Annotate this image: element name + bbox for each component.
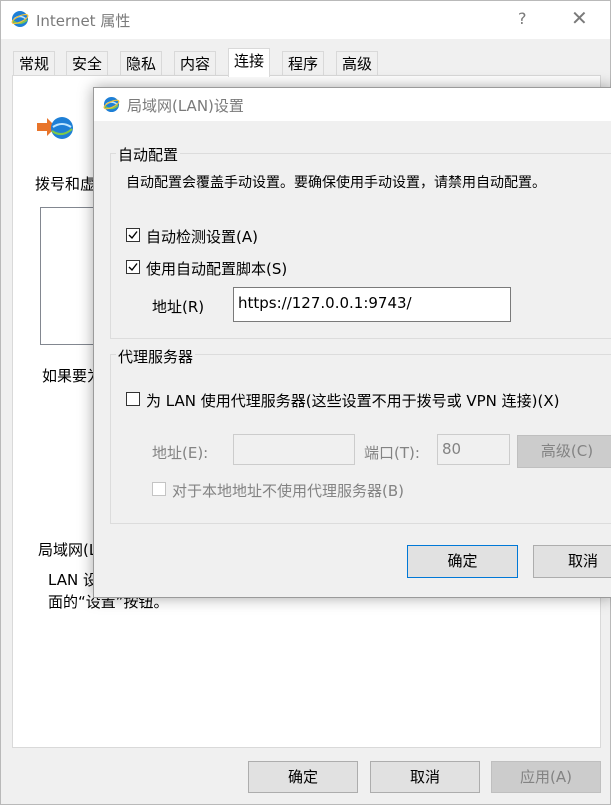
close-icon[interactable]: ✕ xyxy=(571,6,588,30)
outer-titlebar: Internet 属性 ? ✕ xyxy=(1,1,610,39)
window-title: Internet 属性 xyxy=(36,12,131,30)
ie-globe-icon xyxy=(103,96,120,117)
script-address-label: 地址(R) xyxy=(152,298,205,316)
use-script-label[interactable]: 使用自动配置脚本(S) xyxy=(146,258,287,279)
proxy-advanced-button[interactable]: 高级(C) xyxy=(517,435,611,468)
apply-button[interactable]: 应用(A) xyxy=(491,761,601,793)
tab-advanced[interactable]: 高级 xyxy=(336,51,379,75)
tab-general[interactable]: 常规 xyxy=(13,51,56,75)
lan-settings-dialog: 局域网(LAN)设置 自动配置 自动配置会覆盖手动设置。要确保使用手动设置，请禁… xyxy=(93,87,611,598)
script-address-input[interactable]: https://127.0.0.1:9743/ xyxy=(233,287,511,322)
tab-programs[interactable]: 程序 xyxy=(282,51,325,75)
dialog-titlebar: 局域网(LAN)设置 xyxy=(94,88,611,121)
dialog-title: 局域网(LAN)设置 xyxy=(127,97,244,115)
connection-setup-icon[interactable] xyxy=(35,113,75,147)
use-script-checkbox[interactable] xyxy=(126,260,140,274)
use-proxy-label[interactable]: 为 LAN 使用代理服务器(这些设置不用于拨号或 VPN 连接)(X) xyxy=(146,390,559,411)
auto-config-description: 自动配置会覆盖手动设置。要确保使用手动设置，请禁用自动配置。 xyxy=(126,175,546,191)
ie-globe-icon xyxy=(11,10,29,32)
ok-button[interactable]: 确定 xyxy=(248,761,358,793)
proxy-port-input[interactable]: 80 xyxy=(437,434,510,465)
bypass-local-label[interactable]: 对于本地地址不使用代理服务器(B) xyxy=(172,480,404,501)
auto-detect-checkbox[interactable] xyxy=(126,228,140,242)
tab-security[interactable]: 安全 xyxy=(66,51,109,75)
bypass-local-checkbox[interactable] xyxy=(152,482,166,496)
cancel-button[interactable]: 取消 xyxy=(370,761,480,793)
auto-config-legend: 自动配置 xyxy=(116,144,181,165)
use-proxy-checkbox[interactable] xyxy=(126,392,140,406)
proxy-address-input[interactable] xyxy=(233,434,355,465)
help-icon[interactable]: ? xyxy=(518,9,527,28)
lan-description-line1: LAN 设 xyxy=(48,571,98,589)
checkmark-icon xyxy=(128,263,138,272)
proxy-legend: 代理服务器 xyxy=(116,346,196,367)
dialog-cancel-button[interactable]: 取消 xyxy=(533,545,611,578)
proxy-port-label: 端口(T): xyxy=(364,444,420,462)
tab-connections[interactable]: 连接 xyxy=(228,48,271,77)
dialup-section-label: 拨号和虚 xyxy=(35,175,96,193)
lan-section-label: 局域网(L xyxy=(38,541,98,559)
dialog-ok-button[interactable]: 确定 xyxy=(407,545,518,578)
tab-content[interactable]: 内容 xyxy=(174,51,217,75)
proxy-address-label: 地址(E): xyxy=(152,444,209,462)
checkmark-icon xyxy=(128,231,138,240)
tab-privacy[interactable]: 隐私 xyxy=(120,51,163,75)
auto-detect-label[interactable]: 自动检测设置(A) xyxy=(146,226,258,247)
